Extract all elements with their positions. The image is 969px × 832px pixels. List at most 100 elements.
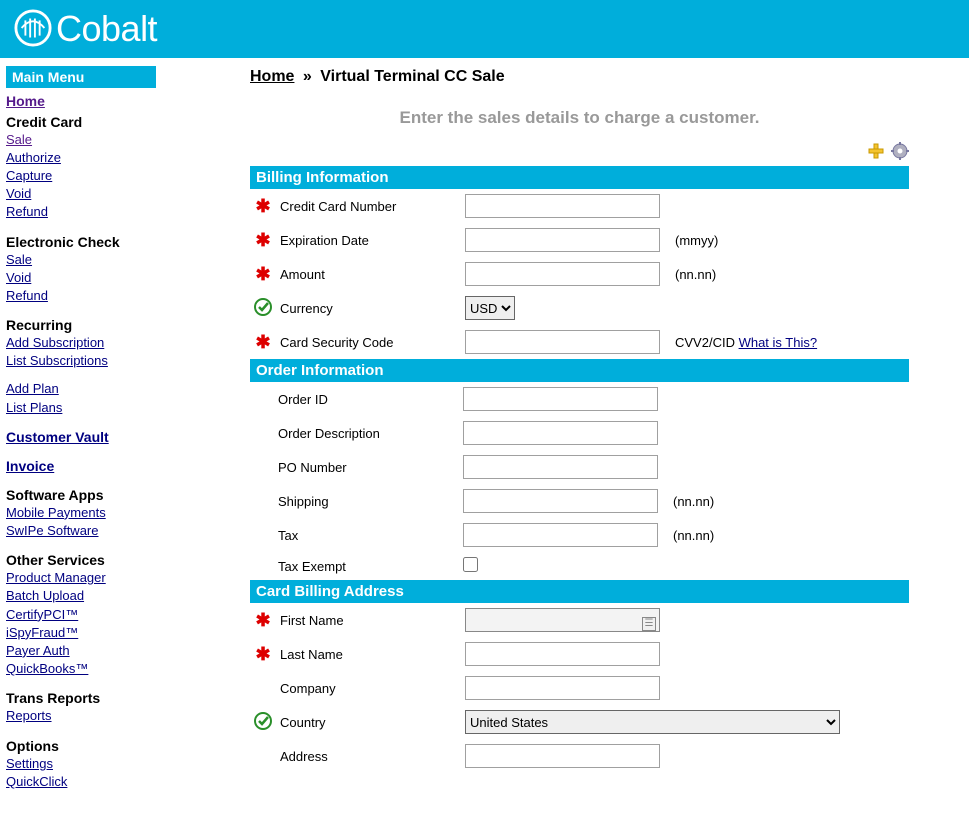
nav-ec-void[interactable]: Void [6,269,224,287]
checkbox-tax-exempt[interactable] [463,557,478,572]
breadcrumb-current: Virtual Terminal CC Sale [320,68,504,85]
nav-ec-sale[interactable]: Sale [6,251,224,269]
hint-amount: (nn.nn) [671,257,909,291]
required-icon: ✱ [255,264,270,284]
input-tax[interactable] [463,523,658,547]
nav-cc-void[interactable]: Void [6,185,224,203]
nav-heading-echeck: Electronic Check [6,232,224,251]
nav-swipe-software[interactable]: SwIPe Software [6,522,224,540]
row-tax-exempt: Tax Exempt [250,552,909,580]
brand-logo: Cobalt [14,8,157,50]
label-first-name: First Name [276,603,461,637]
label-tax-exempt: Tax Exempt [274,552,459,580]
label-shipping: Shipping [274,484,459,518]
row-tax: Tax (nn.nn) [250,518,909,552]
input-amount[interactable] [465,262,660,286]
row-shipping: Shipping (nn.nn) [250,484,909,518]
label-csc: Card Security Code [276,325,461,359]
label-exp-date: Expiration Date [276,223,461,257]
checkmark-icon [254,712,272,730]
nav-ec-refund[interactable]: Refund [6,287,224,305]
input-order-id[interactable] [463,387,658,411]
nav-mobile-payments[interactable]: Mobile Payments [6,504,224,522]
breadcrumb-home[interactable]: Home [250,68,294,85]
label-order-desc: Order Description [274,416,459,450]
billing-form: ✱ Credit Card Number ✱ Expiration Date (… [250,189,909,359]
input-address[interactable] [465,744,660,768]
sidebar-home[interactable]: Home [6,92,224,112]
gear-icon[interactable] [891,142,909,160]
checkmark-icon [254,298,272,316]
top-banner: Cobalt [0,0,969,58]
link-what-is-this[interactable]: What is This? [739,335,818,350]
label-po-number: PO Number [274,450,459,484]
select-country[interactable]: United States [465,710,840,734]
nav-heading-credit-card: Credit Card [6,112,224,131]
page-subtitle: Enter the sales details to charge a cust… [250,108,909,128]
input-last-name[interactable] [465,642,660,666]
select-currency[interactable]: USD [465,296,515,320]
autofill-icon: ☰ [642,617,656,631]
nav-ispyfraud[interactable]: iSpyFraud™ [6,624,224,642]
hint-csc-prefix: CVV2/CID [675,335,739,350]
required-icon: ✱ [255,230,270,250]
input-shipping[interactable] [463,489,658,513]
nav-customer-vault[interactable]: Customer Vault [6,427,224,446]
nav-list-plans[interactable]: List Plans [6,399,224,417]
nav-add-subscription[interactable]: Add Subscription [6,334,224,352]
nav-list-subscriptions[interactable]: List Subscriptions [6,352,224,370]
label-amount: Amount [276,257,461,291]
row-currency: Currency USD [250,291,909,325]
nav-product-manager[interactable]: Product Manager [6,569,224,587]
section-address: Card Billing Address [250,580,909,603]
section-order: Order Information [250,359,909,382]
breadcrumb: Home » Virtual Terminal CC Sale [250,68,909,86]
nav-quickbooks[interactable]: QuickBooks™ [6,660,224,678]
row-last-name: ✱ Last Name [250,637,909,671]
nav-reports[interactable]: Reports [6,707,224,725]
nav-heading-trans-reports: Trans Reports [6,688,224,707]
nav-heading-options: Options [6,736,224,755]
input-first-name[interactable] [465,608,660,632]
nav-cc-sale[interactable]: Sale [6,131,224,149]
input-company[interactable] [465,676,660,700]
required-icon: ✱ [255,644,270,664]
nav-cc-refund[interactable]: Refund [6,203,224,221]
main-content: Home » Virtual Terminal CC Sale Enter th… [230,58,969,821]
label-country: Country [276,705,461,739]
nav-invoice[interactable]: Invoice [6,456,224,475]
sidebar: Main Menu Home Credit Card Sale Authoriz… [0,58,230,821]
row-order-desc: Order Description [250,416,909,450]
breadcrumb-sep: » [303,68,312,85]
nav-heading-recurring: Recurring [6,315,224,334]
add-icon[interactable] [867,142,885,160]
input-po-number[interactable] [463,455,658,479]
required-icon: ✱ [255,332,270,352]
label-tax: Tax [274,518,459,552]
hint-shipping: (nn.nn) [669,484,909,518]
row-country: Country United States [250,705,909,739]
cobalt-logo-icon [14,9,52,50]
hint-tax: (nn.nn) [669,518,909,552]
input-csc[interactable] [465,330,660,354]
nav-quickclick[interactable]: QuickClick [6,773,224,791]
row-order-id: Order ID [250,382,909,416]
row-cc-number: ✱ Credit Card Number [250,189,909,223]
nav-cc-capture[interactable]: Capture [6,167,224,185]
input-exp-date[interactable] [465,228,660,252]
nav-heading-software: Software Apps [6,485,224,504]
nav-batch-upload[interactable]: Batch Upload [6,587,224,605]
label-cc-number: Credit Card Number [276,189,461,223]
input-order-desc[interactable] [463,421,658,445]
brand-name: Cobalt [56,8,157,50]
address-form: ✱ First Name ☰ ✱ Last Name Company [250,603,909,773]
input-cc-number[interactable] [465,194,660,218]
nav-payer-auth[interactable]: Payer Auth [6,642,224,660]
nav-cc-authorize[interactable]: Authorize [6,149,224,167]
row-first-name: ✱ First Name ☰ [250,603,909,637]
nav-add-plan[interactable]: Add Plan [6,380,224,398]
nav-settings[interactable]: Settings [6,755,224,773]
toolbar [250,142,909,160]
label-currency: Currency [276,291,461,325]
nav-certifypci[interactable]: CertifyPCI™ [6,606,224,624]
